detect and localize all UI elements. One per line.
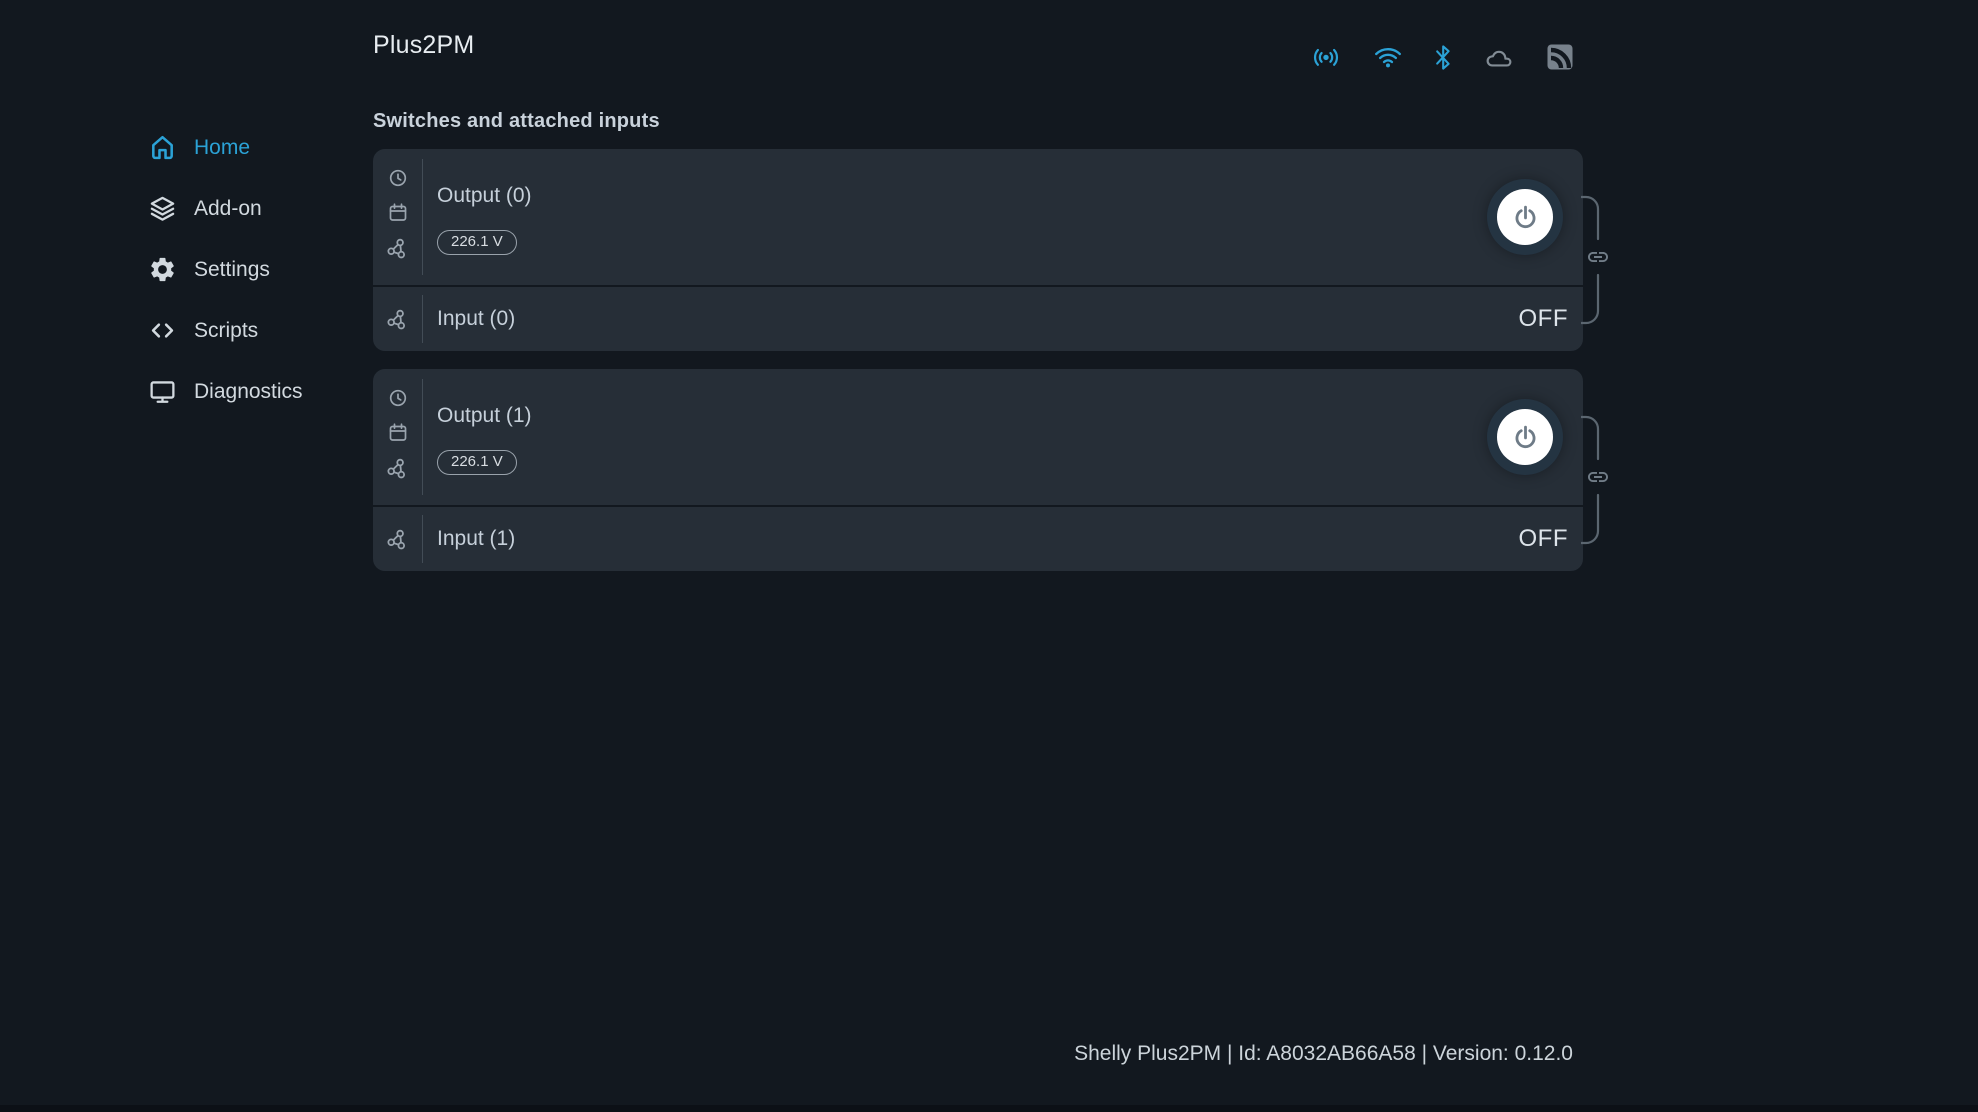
device-info-footer: Shelly Plus2PM | Id: A8032AB66A58 | Vers…: [1074, 1042, 1573, 1065]
input-state: OFF: [1518, 305, 1568, 332]
home-icon: [148, 133, 177, 162]
input-label: Input (1): [437, 527, 516, 550]
page-title: Plus2PM: [373, 31, 475, 59]
input-row-0[interactable]: Input (0) OFF: [373, 287, 1583, 351]
input-state: OFF: [1518, 525, 1568, 552]
sidebar-item-label: Scripts: [194, 319, 259, 342]
webhook-icon: [387, 529, 408, 550]
layers-icon: [148, 194, 177, 223]
output-rail-icons: [373, 159, 423, 275]
power-toggle-button[interactable]: [1487, 179, 1563, 255]
webhook-icon: [387, 309, 408, 330]
sidebar-item-diagnostics[interactable]: Diagnostics: [148, 361, 348, 422]
input-rail-icons: [373, 515, 423, 563]
bluetooth-icon: [1435, 44, 1451, 71]
gear-icon: [148, 255, 177, 284]
sidebar-item-label: Home: [194, 136, 251, 159]
wifi-icon: [1374, 46, 1402, 68]
cloud-icon: [1484, 45, 1514, 70]
io-link-bracket: [1581, 415, 1615, 545]
section-heading: Switches and attached inputs: [373, 110, 660, 132]
monitor-icon: [148, 377, 177, 406]
main-content: Switches and attached inputs Output (0) …: [373, 110, 1608, 571]
clock-icon: [389, 169, 407, 187]
sidebar-item-settings[interactable]: Settings: [148, 239, 348, 300]
sidebar-item-label: Settings: [194, 258, 270, 281]
debug-log-icon: [1547, 44, 1573, 70]
input-label: Input (0): [437, 307, 516, 330]
webhook-icon: [387, 238, 408, 259]
output-row-1[interactable]: Output (1) 226.1 V: [373, 369, 1583, 505]
input-row-1[interactable]: Input (1) OFF: [373, 507, 1583, 571]
ap-broadcast-icon: [1311, 45, 1341, 70]
switch-card-1: Output (1) 226.1 V Input (1) OFF: [373, 369, 1608, 571]
power-toggle-button[interactable]: [1487, 399, 1563, 475]
clock-icon: [389, 389, 407, 407]
calendar-icon: [388, 202, 408, 223]
output-label: Output (0): [437, 184, 532, 207]
code-icon: [148, 316, 177, 345]
output-label: Output (1): [437, 404, 532, 427]
calendar-icon: [388, 422, 408, 443]
link-icon: [1588, 252, 1608, 262]
input-rail-icons: [373, 295, 423, 343]
output-rail-icons: [373, 379, 423, 495]
sidebar: Home Add-on Settings Scripts Diagnostics: [148, 117, 348, 422]
io-link-bracket: [1581, 195, 1615, 325]
sidebar-item-addon[interactable]: Add-on: [148, 178, 348, 239]
status-icon-bar: [1311, 40, 1573, 74]
power-icon: [1497, 189, 1553, 245]
voltage-badge: 226.1 V: [437, 450, 517, 475]
webhook-icon: [387, 458, 408, 479]
output-row-0[interactable]: Output (0) 226.1 V: [373, 149, 1583, 285]
link-icon: [1588, 472, 1608, 482]
switch-card-0: Output (0) 226.1 V Input (0) OFF: [373, 149, 1608, 351]
voltage-badge: 226.1 V: [437, 230, 517, 255]
sidebar-item-home[interactable]: Home: [148, 117, 348, 178]
bottom-scroll-strip: [0, 1105, 1978, 1112]
sidebar-item-scripts[interactable]: Scripts: [148, 300, 348, 361]
sidebar-item-label: Diagnostics: [194, 380, 303, 403]
power-icon: [1497, 409, 1553, 465]
sidebar-item-label: Add-on: [194, 197, 262, 220]
